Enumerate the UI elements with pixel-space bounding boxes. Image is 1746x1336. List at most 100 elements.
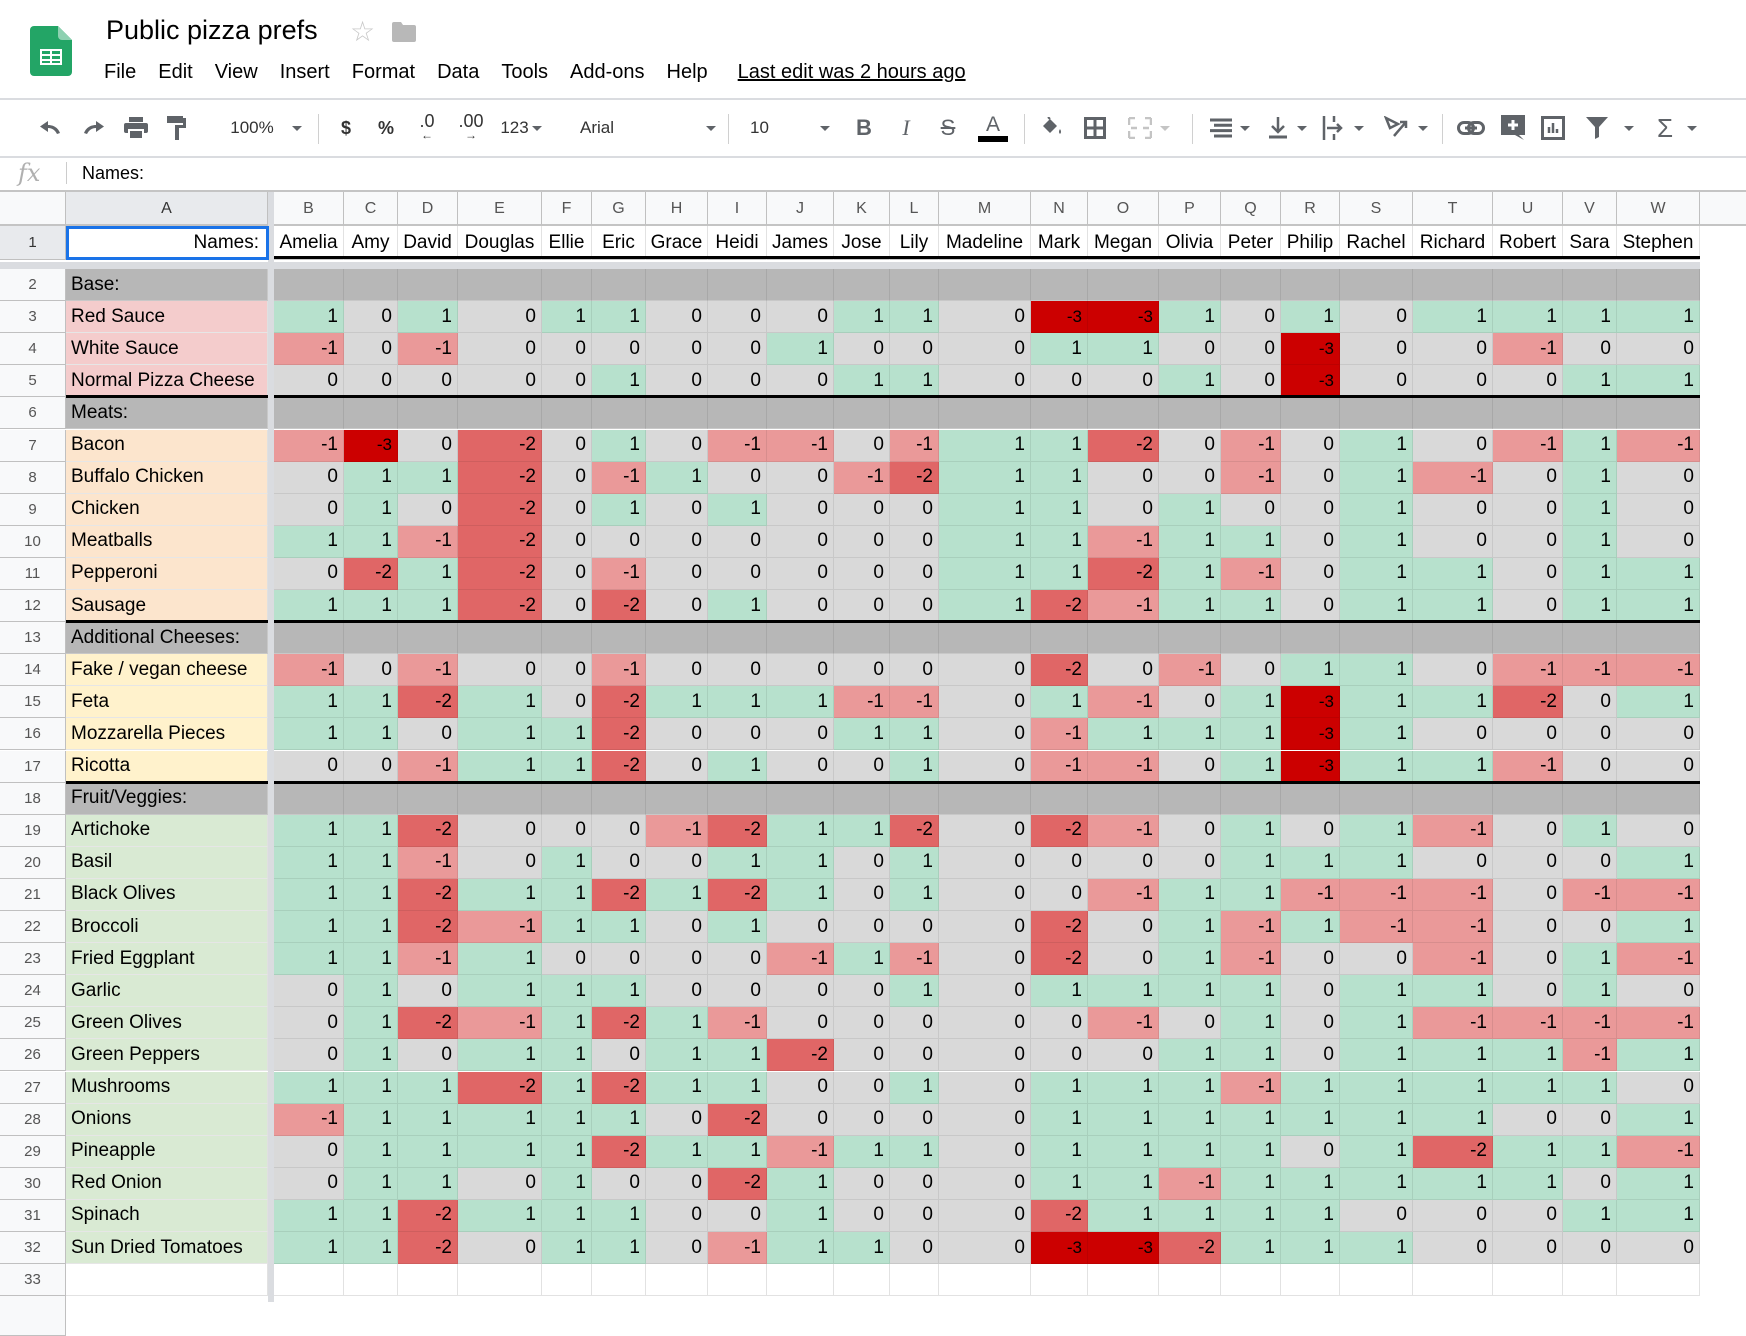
score-cell[interactable]: 0 — [274, 975, 344, 1008]
score-cell[interactable]: 0 — [1340, 943, 1413, 976]
section-fill-cell[interactable] — [398, 622, 458, 655]
menu-help[interactable]: Help — [667, 61, 708, 84]
score-cell[interactable]: 1 — [274, 1232, 344, 1265]
section-fill-cell[interactable] — [1221, 622, 1281, 655]
empty-cell[interactable] — [458, 1264, 542, 1297]
score-cell[interactable]: 1 — [1281, 846, 1340, 879]
topping-label-cell[interactable]: Artichoke — [66, 814, 268, 847]
score-cell[interactable]: -1 — [1088, 750, 1159, 783]
score-cell[interactable]: 1 — [1088, 1167, 1159, 1200]
section-fill-cell[interactable] — [1563, 269, 1617, 302]
score-cell[interactable]: 0 — [939, 1167, 1031, 1200]
topping-label-cell[interactable]: Red Onion — [66, 1167, 268, 1200]
name-cell[interactable]: Amy — [344, 226, 398, 260]
score-cell[interactable]: 0 — [1617, 461, 1700, 494]
score-cell[interactable]: 0 — [1340, 301, 1413, 334]
score-cell[interactable]: 0 — [398, 718, 458, 751]
score-cell[interactable]: 1 — [1088, 1135, 1159, 1168]
score-cell[interactable]: 0 — [646, 365, 708, 398]
score-cell[interactable]: -2 — [1088, 429, 1159, 462]
score-cell[interactable]: 0 — [939, 911, 1031, 944]
score-cell[interactable]: 1 — [767, 1232, 834, 1265]
score-cell[interactable]: 0 — [344, 365, 398, 398]
name-cell[interactable]: Ellie — [542, 226, 592, 260]
score-cell[interactable]: 0 — [646, 301, 708, 334]
score-cell[interactable]: 1 — [398, 557, 458, 590]
score-cell[interactable]: 0 — [646, 429, 708, 462]
redo-icon[interactable] — [80, 114, 108, 142]
name-cell[interactable]: Olivia — [1159, 226, 1221, 260]
score-cell[interactable]: 1 — [1340, 686, 1413, 719]
vertical-align-icon[interactable] — [1264, 114, 1310, 142]
section-header-cell[interactable]: Additional Cheeses: — [66, 622, 268, 655]
score-cell[interactable]: 1 — [1221, 525, 1281, 558]
score-cell[interactable]: -2 — [708, 814, 767, 847]
score-cell[interactable]: 0 — [1413, 493, 1493, 526]
row-header-33[interactable]: 33 — [0, 1264, 66, 1297]
section-fill-cell[interactable] — [1159, 269, 1221, 302]
section-fill-cell[interactable] — [1281, 397, 1340, 430]
score-cell[interactable]: 1 — [344, 878, 398, 911]
score-cell[interactable]: 0 — [646, 1232, 708, 1265]
column-header-I[interactable]: I — [708, 192, 767, 226]
score-cell[interactable]: -1 — [1221, 557, 1281, 590]
empty-cell[interactable] — [1563, 1264, 1617, 1297]
score-cell[interactable]: 1 — [1221, 846, 1281, 879]
score-cell[interactable]: 1 — [890, 718, 939, 751]
score-cell[interactable]: 1 — [1563, 493, 1617, 526]
section-fill-cell[interactable] — [708, 782, 767, 815]
score-cell[interactable]: 0 — [1493, 814, 1563, 847]
score-cell[interactable]: 1 — [1031, 1071, 1088, 1104]
score-cell[interactable]: -3 — [1031, 1232, 1088, 1265]
score-cell[interactable]: 0 — [646, 493, 708, 526]
score-cell[interactable]: 0 — [1281, 1039, 1340, 1072]
score-cell[interactable]: 1 — [344, 1039, 398, 1072]
row-header-16[interactable]: 16 — [0, 718, 66, 751]
score-cell[interactable]: 0 — [1617, 1232, 1700, 1265]
section-fill-cell[interactable] — [1340, 397, 1413, 430]
score-cell[interactable]: -2 — [1031, 911, 1088, 944]
section-fill-cell[interactable] — [1563, 622, 1617, 655]
formula-input[interactable]: Names: — [82, 156, 144, 190]
topping-label-cell[interactable]: Feta — [66, 686, 268, 719]
score-cell[interactable]: 1 — [1221, 750, 1281, 783]
column-header-P[interactable]: P — [1159, 192, 1221, 226]
score-cell[interactable]: 1 — [344, 911, 398, 944]
score-cell[interactable]: 1 — [1563, 429, 1617, 462]
score-cell[interactable]: 0 — [1617, 493, 1700, 526]
score-cell[interactable]: 1 — [398, 1103, 458, 1136]
score-cell[interactable]: 1 — [1563, 1135, 1617, 1168]
score-cell[interactable]: 1 — [458, 975, 542, 1008]
score-cell[interactable]: 1 — [1281, 1167, 1340, 1200]
column-header-C[interactable]: C — [344, 192, 398, 226]
section-fill-cell[interactable] — [1617, 782, 1700, 815]
score-cell[interactable]: 0 — [939, 975, 1031, 1008]
row-header-17[interactable]: 17 — [0, 750, 66, 783]
section-fill-cell[interactable] — [1281, 782, 1340, 815]
section-fill-cell[interactable] — [708, 622, 767, 655]
section-fill-cell[interactable] — [939, 269, 1031, 302]
score-cell[interactable]: 0 — [890, 1167, 939, 1200]
score-cell[interactable]: -2 — [1413, 1135, 1493, 1168]
score-cell[interactable]: 0 — [708, 718, 767, 751]
last-edit-link[interactable]: Last edit was 2 hours ago — [738, 61, 966, 84]
score-cell[interactable]: 1 — [344, 1199, 398, 1232]
score-cell[interactable]: 1 — [1563, 975, 1617, 1008]
score-cell[interactable]: 1 — [1340, 750, 1413, 783]
score-cell[interactable]: 0 — [646, 590, 708, 623]
score-cell[interactable]: 1 — [542, 1103, 592, 1136]
topping-label-cell[interactable]: Chicken — [66, 493, 268, 526]
column-header-N[interactable]: N — [1031, 192, 1088, 226]
score-cell[interactable]: 1 — [939, 493, 1031, 526]
section-fill-cell[interactable] — [1221, 397, 1281, 430]
score-cell[interactable]: 0 — [1221, 365, 1281, 398]
score-cell[interactable]: 0 — [592, 525, 646, 558]
score-cell[interactable]: -2 — [1493, 686, 1563, 719]
comment-icon[interactable] — [1500, 114, 1526, 142]
score-cell[interactable]: 0 — [542, 686, 592, 719]
score-cell[interactable]: -1 — [1413, 911, 1493, 944]
score-cell[interactable]: 1 — [1617, 911, 1700, 944]
section-fill-cell[interactable] — [1563, 397, 1617, 430]
score-cell[interactable]: 1 — [398, 590, 458, 623]
score-cell[interactable]: -1 — [1088, 814, 1159, 847]
